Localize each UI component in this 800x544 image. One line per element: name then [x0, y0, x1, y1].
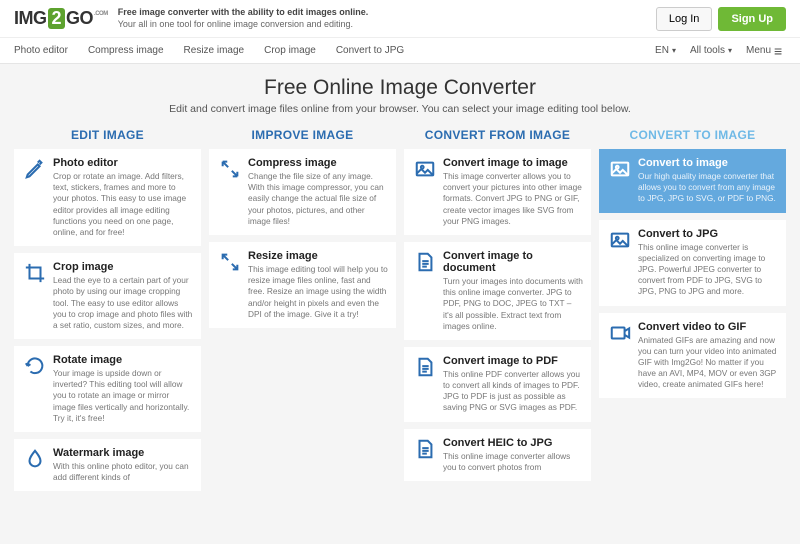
header: IMG 2 GO .COM Free image converter with …: [0, 0, 800, 38]
card-title: Rotate image: [53, 354, 193, 366]
signup-button[interactable]: Sign Up: [718, 7, 786, 31]
all-tools-menu[interactable]: All tools ▾: [690, 45, 732, 56]
tool-card[interactable]: Convert to image Our high quality image c…: [599, 149, 786, 213]
tool-card[interactable]: Convert image to image This image convert…: [404, 149, 591, 235]
nav-bar: Photo editor Compress image Resize image…: [0, 38, 800, 64]
card-description: This image converter allows you to conve…: [443, 171, 583, 227]
logo-text: GO: [66, 8, 93, 29]
image-icon: [413, 157, 437, 181]
card-title: Photo editor: [53, 157, 193, 169]
nav-right: EN▾ All tools ▾ Menu: [655, 45, 786, 56]
card-description: Animated GIFs are amazing and now you ca…: [638, 335, 778, 391]
video-icon: [608, 321, 632, 345]
doc-icon: [413, 437, 437, 461]
card-title: Convert image to image: [443, 157, 583, 169]
nav-resize-image[interactable]: Resize image: [184, 45, 245, 56]
column-header: CONVERT TO IMAGE: [599, 123, 786, 149]
chevron-down-icon: ▾: [728, 46, 732, 55]
card-title: Resize image: [248, 250, 388, 262]
tool-columns: EDIT IMAGE Photo editor Crop or rotate an …: [0, 123, 800, 498]
card-title: Crop image: [53, 261, 193, 273]
card-description: Your image is upside down or inverted? T…: [53, 368, 193, 424]
card-description: Change the file size of any image. With …: [248, 171, 388, 227]
column-header: CONVERT FROM IMAGE: [404, 123, 591, 149]
nav-convert-to-jpg[interactable]: Convert to JPG: [336, 45, 404, 56]
card-description: Our high quality image converter that al…: [638, 171, 778, 205]
card-title: Convert video to GIF: [638, 321, 778, 333]
image-icon: [608, 228, 632, 252]
language-selector[interactable]: EN▾: [655, 45, 676, 56]
menu-toggle[interactable]: Menu: [746, 45, 786, 56]
card-title: Compress image: [248, 157, 388, 169]
hamburger-icon: [774, 47, 786, 55]
tool-card[interactable]: Convert to JPG This online image converte…: [599, 220, 786, 306]
card-description: This online PDF converter allows you to …: [443, 369, 583, 414]
tool-card[interactable]: Convert video to GIF Animated GIFs are am…: [599, 313, 786, 399]
tool-card[interactable]: Resize image This image editing tool will…: [209, 242, 396, 328]
card-description: Crop or rotate an image. Add filters, te…: [53, 171, 193, 238]
drop-icon: [23, 447, 47, 471]
card-title: Convert image to PDF: [443, 355, 583, 367]
tagline: Free image converter with the ability to…: [118, 7, 369, 30]
login-button[interactable]: Log In: [656, 7, 713, 31]
card-description: Lead the eye to a certain part of your p…: [53, 275, 193, 331]
card-description: This online image converter allows you t…: [443, 451, 583, 473]
compress-icon: [218, 157, 242, 181]
crop-icon: [23, 261, 47, 285]
tool-card[interactable]: Watermark image With this online photo ed…: [14, 439, 201, 491]
tool-card[interactable]: Rotate image Your image is upside down or…: [14, 346, 201, 432]
all-tools-label: All tools: [690, 45, 725, 56]
rotate-icon: [23, 354, 47, 378]
card-description: Turn your images into documents with thi…: [443, 276, 583, 332]
doc-icon: [413, 250, 437, 274]
hero: Free Online Image Converter Edit and con…: [0, 64, 800, 123]
logo-text: IMG: [14, 8, 47, 29]
column-header: EDIT IMAGE: [14, 123, 201, 149]
card-description: With this online photo editor, you can a…: [53, 461, 193, 483]
tool-card[interactable]: Convert image to documentTurn your image…: [404, 242, 591, 340]
card-title: Convert to JPG: [638, 228, 778, 240]
chevron-down-icon: ▾: [672, 46, 676, 55]
card-description: This image editing tool will help you to…: [248, 264, 388, 320]
column-header: IMPROVE IMAGE: [209, 123, 396, 149]
language-label: EN: [655, 45, 669, 56]
image-icon: [608, 157, 632, 181]
resize-icon: [218, 250, 242, 274]
card-description: This online image converter is specializ…: [638, 242, 778, 298]
page-subtitle: Edit and convert image files online from…: [0, 103, 800, 115]
logo-text: 2: [48, 8, 66, 29]
card-title: Watermark image: [53, 447, 193, 459]
nav-compress-image[interactable]: Compress image: [88, 45, 164, 56]
tool-card[interactable]: Convert image to PDF This online PDF conv…: [404, 347, 591, 422]
tool-card[interactable]: Compress image Change the file size of an…: [209, 149, 396, 235]
tool-card[interactable]: Convert HEIC to JPG This online image con…: [404, 429, 591, 481]
tool-card[interactable]: Crop image Lead the eye to a certain part…: [14, 253, 201, 339]
logo-text: .COM: [94, 11, 108, 17]
pencil-icon: [23, 157, 47, 181]
logo[interactable]: IMG 2 GO .COM: [14, 8, 108, 29]
auth-buttons: Log In Sign Up: [656, 7, 786, 31]
tagline-line2: Your all in one tool for online image co…: [118, 19, 369, 31]
doc-icon: [413, 355, 437, 379]
card-title: Convert HEIC to JPG: [443, 437, 583, 449]
nav-crop-image[interactable]: Crop image: [264, 45, 316, 56]
nav-photo-editor[interactable]: Photo editor: [14, 45, 68, 56]
menu-label: Menu: [746, 45, 771, 56]
card-title: Convert image to document: [443, 250, 583, 274]
tool-card[interactable]: Photo editor Crop or rotate an image. Add…: [14, 149, 201, 246]
tagline-line1: Free image converter with the ability to…: [118, 7, 369, 19]
page-title: Free Online Image Converter: [0, 76, 800, 100]
card-title: Convert to image: [638, 157, 778, 169]
